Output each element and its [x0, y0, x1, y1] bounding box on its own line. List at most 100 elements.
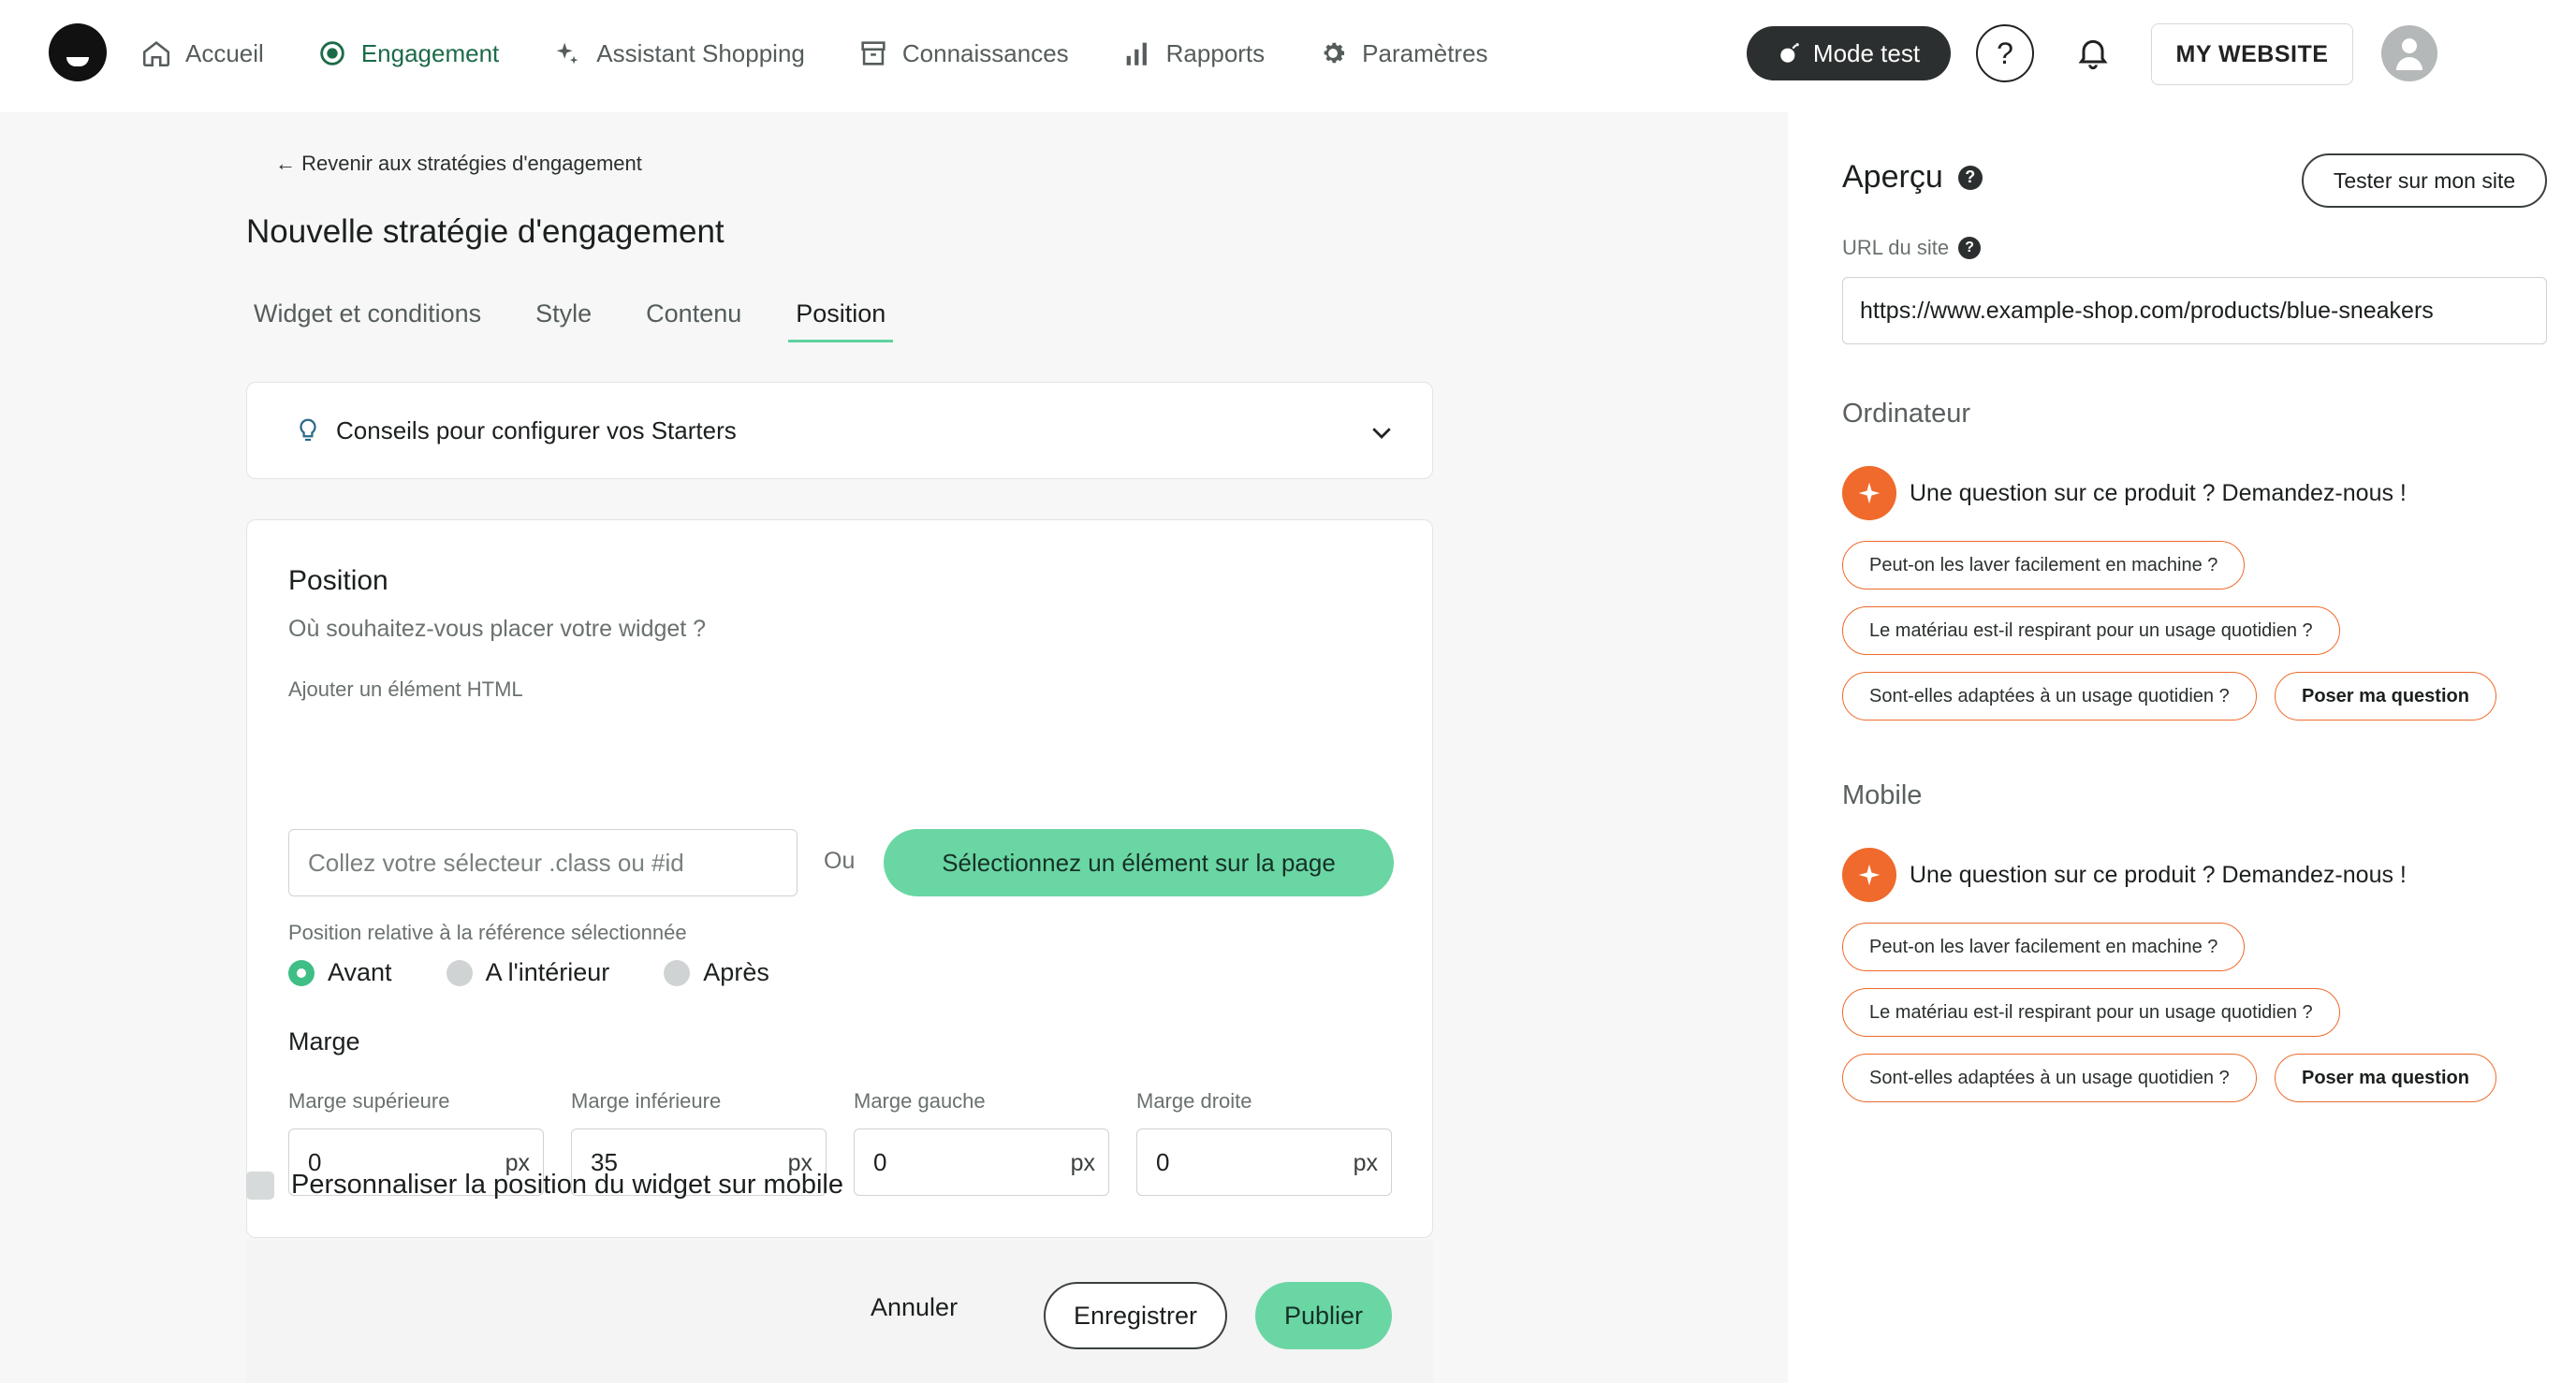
- preview-title-text: Aperçu: [1842, 159, 1943, 195]
- tabs: Widget et conditions Style Contenu Posit…: [246, 299, 932, 342]
- nav-item-connaissances[interactable]: Connaissances: [857, 37, 1069, 69]
- margin-right-field[interactable]: 0 px: [1136, 1128, 1392, 1196]
- ask-question-chip[interactable]: Poser ma question: [2275, 1054, 2496, 1102]
- preview-title: Aperçu ?: [1842, 159, 1983, 196]
- radio-dot: [664, 959, 691, 986]
- radio-dot: [288, 959, 315, 986]
- chevron-down-icon[interactable]: [1368, 418, 1396, 446]
- question-chip[interactable]: Peut-on les laver facilement en machine …: [1842, 541, 2246, 590]
- tab-position[interactable]: Position: [788, 299, 894, 342]
- brand-logo[interactable]: [49, 23, 107, 81]
- tab-contenu[interactable]: Contenu: [638, 299, 749, 342]
- website-selector[interactable]: MY WEBSITE: [2151, 23, 2353, 85]
- nav-label: Connaissances: [901, 38, 1069, 67]
- radio-avant[interactable]: Avant: [288, 958, 392, 987]
- website-label: MY WEBSITE: [2175, 40, 2329, 67]
- widget-title-text: Une question sur ce produit ? Demandez-n…: [1910, 479, 2407, 506]
- publish-button[interactable]: Publier: [1255, 1282, 1392, 1349]
- margin-right-label: Marge droite: [1136, 1089, 1252, 1113]
- radio-dot: [446, 959, 473, 986]
- archive-icon: [861, 41, 886, 66]
- gear-icon: [1324, 42, 1345, 64]
- select-element-button[interactable]: Sélectionnez un élément sur la page: [884, 829, 1394, 896]
- question-chip[interactable]: Sont-elles adaptées à un usage quotidien…: [1842, 1054, 2257, 1102]
- radio-label: Après: [703, 958, 769, 986]
- question-chip[interactable]: Peut-on les laver facilement en machine …: [1842, 923, 2246, 971]
- tips-label: Conseils pour configurer vos Starters: [336, 416, 737, 444]
- url-label: URL du site ?: [1842, 236, 1982, 260]
- target-icon: [320, 41, 344, 66]
- nav-label: Accueil: [185, 38, 264, 67]
- position-radio-group: Avant A l'intérieur Après: [288, 958, 824, 987]
- test-on-site-button[interactable]: Tester sur mon site: [2302, 153, 2547, 208]
- nav-item-engagement[interactable]: Engagement: [316, 37, 499, 69]
- selector-input[interactable]: [288, 829, 798, 896]
- desktop-widget-title: Une question sur ce produit ? Demandez-n…: [1842, 466, 2407, 520]
- mobile-heading: Mobile: [1842, 780, 1923, 810]
- main-content: ← Revenir aux stratégies d'engagement No…: [0, 112, 1788, 1383]
- card-heading: Position: [288, 565, 388, 596]
- save-button[interactable]: Enregistrer: [1044, 1282, 1227, 1349]
- nav-label: Assistant Shopping: [596, 38, 805, 67]
- radio-label: Avant: [328, 958, 392, 986]
- html-element-label: Ajouter un élément HTML: [288, 677, 523, 701]
- cancel-button[interactable]: Annuler: [871, 1293, 958, 1322]
- tab-style[interactable]: Style: [528, 299, 599, 342]
- tips-accordion[interactable]: Conseils pour configurer vos Starters: [246, 382, 1433, 479]
- help-icon[interactable]: ?: [1957, 165, 1983, 190]
- nav-label: Paramètres: [1362, 38, 1488, 67]
- mode-test-button[interactable]: Mode test: [1747, 26, 1951, 80]
- url-label-text: URL du site: [1842, 236, 1950, 259]
- lightbulb-icon: [300, 418, 316, 442]
- radio-interieur[interactable]: A l'intérieur: [446, 958, 610, 987]
- help-button[interactable]: ?: [1976, 24, 2034, 82]
- back-link[interactable]: ← Revenir aux stratégies d'engagement: [275, 152, 642, 176]
- top-navigation-bar: Accueil Engagement Assistant Shopping Co…: [0, 0, 2576, 112]
- nav-label: Engagement: [360, 38, 500, 67]
- nav-item-parametres[interactable]: Paramètres: [1317, 37, 1488, 69]
- marge-heading: Marge: [288, 1027, 360, 1055]
- margin-left-label: Marge gauche: [854, 1089, 986, 1113]
- margin-unit: px: [1070, 1150, 1095, 1176]
- radio-apres[interactable]: Après: [664, 958, 769, 987]
- main-nav: Accueil Engagement Assistant Shopping Co…: [140, 0, 1541, 107]
- bar-chart-icon: [1126, 42, 1147, 66]
- ask-question-chip[interactable]: Poser ma question: [2275, 672, 2496, 721]
- position-card: Position Où souhaitez-vous placer votre …: [246, 519, 1433, 1238]
- question-chip[interactable]: Sont-elles adaptées à un usage quotidien…: [1842, 672, 2257, 721]
- desktop-heading: Ordinateur: [1842, 399, 1971, 429]
- mobile-widget-title: Une question sur ce produit ? Demandez-n…: [1842, 848, 2407, 902]
- avatar[interactable]: [2381, 25, 2437, 81]
- margin-left-field[interactable]: 0 px: [854, 1128, 1109, 1196]
- tab-widget-conditions[interactable]: Widget et conditions: [246, 299, 489, 342]
- widget-title-text: Une question sur ce produit ? Demandez-n…: [1910, 861, 2407, 888]
- mobile-position-checkbox[interactable]: Personnaliser la position du widget sur …: [246, 1170, 843, 1201]
- sparkle-icon: [1842, 848, 1896, 902]
- checkbox-box: [246, 1171, 274, 1200]
- margin-value: 0: [1156, 1148, 1170, 1176]
- radio-label: A l'intérieur: [485, 958, 610, 986]
- page-title: Nouvelle stratégie d'engagement: [246, 213, 724, 250]
- mode-test-label: Mode test: [1812, 38, 1921, 67]
- bomb-icon: [1780, 43, 1799, 63]
- nav-label: Rapports: [1165, 38, 1266, 67]
- nav-item-accueil[interactable]: Accueil: [140, 37, 264, 69]
- margin-bottom-label: Marge inférieure: [571, 1089, 722, 1113]
- home-icon: [142, 41, 170, 67]
- nav-item-rapports[interactable]: Rapports: [1121, 37, 1266, 69]
- site-url-input[interactable]: [1842, 277, 2547, 344]
- sparkle-icon: [556, 42, 578, 65]
- help-icon: ?: [1997, 36, 2013, 70]
- bell-icon[interactable]: [2074, 34, 2112, 71]
- question-chip[interactable]: Le matériau est-il respirant pour un usa…: [1842, 606, 2340, 655]
- help-icon[interactable]: ?: [1958, 237, 1982, 259]
- margin-top-label: Marge supérieure: [288, 1089, 450, 1113]
- preview-panel: Aperçu ? Tester sur mon site URL du site…: [1788, 112, 2576, 1383]
- margin-unit: px: [1353, 1150, 1378, 1176]
- relative-position-label: Position relative à la référence sélecti…: [288, 921, 687, 944]
- checkbox-label: Personnaliser la position du widget sur …: [291, 1170, 843, 1200]
- card-subtitle: Où souhaitez-vous placer votre widget ?: [288, 616, 707, 642]
- nav-item-assistant-shopping[interactable]: Assistant Shopping: [551, 37, 805, 69]
- margin-value: 0: [873, 1148, 887, 1176]
- question-chip[interactable]: Le matériau est-il respirant pour un usa…: [1842, 988, 2340, 1037]
